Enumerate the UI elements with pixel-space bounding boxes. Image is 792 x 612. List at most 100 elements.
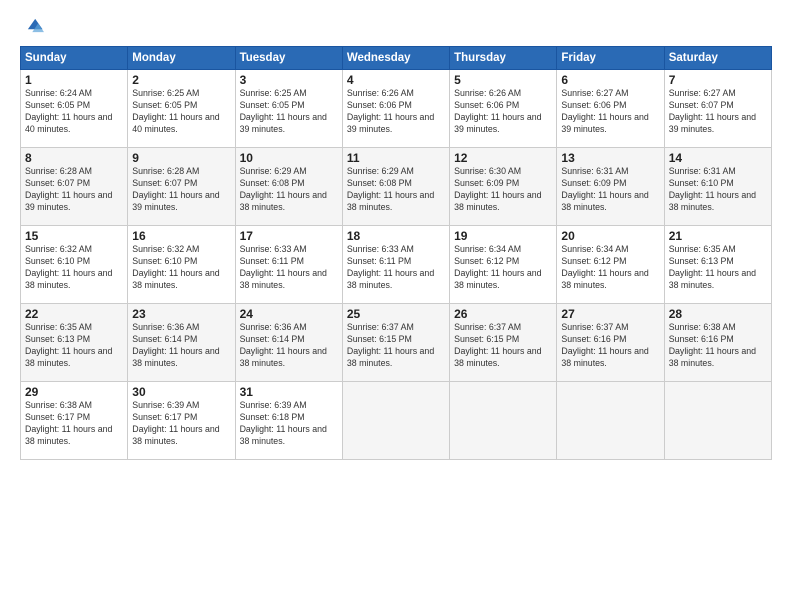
calendar-day-17: 17Sunrise: 6:33 AMSunset: 6:11 PMDayligh… <box>235 226 342 304</box>
calendar-day-27: 27Sunrise: 6:37 AMSunset: 6:16 PMDayligh… <box>557 304 664 382</box>
calendar-week-5: 29Sunrise: 6:38 AMSunset: 6:17 PMDayligh… <box>21 382 772 460</box>
calendar-page: SundayMondayTuesdayWednesdayThursdayFrid… <box>0 0 792 612</box>
day-info: Sunrise: 6:39 AMSunset: 6:17 PMDaylight:… <box>132 400 219 446</box>
day-number: 25 <box>347 307 445 321</box>
day-header-sunday: Sunday <box>21 47 128 70</box>
day-number: 7 <box>669 73 767 87</box>
day-header-monday: Monday <box>128 47 235 70</box>
calendar-day-15: 15Sunrise: 6:32 AMSunset: 6:10 PMDayligh… <box>21 226 128 304</box>
day-header-friday: Friday <box>557 47 664 70</box>
calendar-day-2: 2Sunrise: 6:25 AMSunset: 6:05 PMDaylight… <box>128 70 235 148</box>
day-info: Sunrise: 6:38 AMSunset: 6:17 PMDaylight:… <box>25 400 112 446</box>
day-info: Sunrise: 6:28 AMSunset: 6:07 PMDaylight:… <box>25 166 112 212</box>
day-number: 9 <box>132 151 230 165</box>
calendar-day-29: 29Sunrise: 6:38 AMSunset: 6:17 PMDayligh… <box>21 382 128 460</box>
calendar-week-2: 8Sunrise: 6:28 AMSunset: 6:07 PMDaylight… <box>21 148 772 226</box>
empty-cell <box>557 382 664 460</box>
day-number: 5 <box>454 73 552 87</box>
logo <box>20 16 46 38</box>
day-number: 21 <box>669 229 767 243</box>
day-number: 28 <box>669 307 767 321</box>
day-number: 26 <box>454 307 552 321</box>
day-info: Sunrise: 6:26 AMSunset: 6:06 PMDaylight:… <box>347 88 434 134</box>
day-info: Sunrise: 6:37 AMSunset: 6:15 PMDaylight:… <box>454 322 541 368</box>
calendar-day-16: 16Sunrise: 6:32 AMSunset: 6:10 PMDayligh… <box>128 226 235 304</box>
day-info: Sunrise: 6:38 AMSunset: 6:16 PMDaylight:… <box>669 322 756 368</box>
day-number: 11 <box>347 151 445 165</box>
day-info: Sunrise: 6:36 AMSunset: 6:14 PMDaylight:… <box>132 322 219 368</box>
day-number: 14 <box>669 151 767 165</box>
day-number: 15 <box>25 229 123 243</box>
day-info: Sunrise: 6:27 AMSunset: 6:07 PMDaylight:… <box>669 88 756 134</box>
day-number: 4 <box>347 73 445 87</box>
day-info: Sunrise: 6:34 AMSunset: 6:12 PMDaylight:… <box>454 244 541 290</box>
day-info: Sunrise: 6:26 AMSunset: 6:06 PMDaylight:… <box>454 88 541 134</box>
calendar-day-20: 20Sunrise: 6:34 AMSunset: 6:12 PMDayligh… <box>557 226 664 304</box>
calendar-day-22: 22Sunrise: 6:35 AMSunset: 6:13 PMDayligh… <box>21 304 128 382</box>
day-info: Sunrise: 6:30 AMSunset: 6:09 PMDaylight:… <box>454 166 541 212</box>
calendar-day-18: 18Sunrise: 6:33 AMSunset: 6:11 PMDayligh… <box>342 226 449 304</box>
day-number: 13 <box>561 151 659 165</box>
calendar-table: SundayMondayTuesdayWednesdayThursdayFrid… <box>20 46 772 460</box>
day-number: 8 <box>25 151 123 165</box>
empty-cell <box>342 382 449 460</box>
day-info: Sunrise: 6:31 AMSunset: 6:10 PMDaylight:… <box>669 166 756 212</box>
day-number: 2 <box>132 73 230 87</box>
day-info: Sunrise: 6:28 AMSunset: 6:07 PMDaylight:… <box>132 166 219 212</box>
day-number: 6 <box>561 73 659 87</box>
calendar-day-24: 24Sunrise: 6:36 AMSunset: 6:14 PMDayligh… <box>235 304 342 382</box>
day-info: Sunrise: 6:31 AMSunset: 6:09 PMDaylight:… <box>561 166 648 212</box>
day-info: Sunrise: 6:27 AMSunset: 6:06 PMDaylight:… <box>561 88 648 134</box>
day-header-saturday: Saturday <box>664 47 771 70</box>
day-number: 10 <box>240 151 338 165</box>
day-number: 22 <box>25 307 123 321</box>
day-info: Sunrise: 6:37 AMSunset: 6:16 PMDaylight:… <box>561 322 648 368</box>
calendar-day-28: 28Sunrise: 6:38 AMSunset: 6:16 PMDayligh… <box>664 304 771 382</box>
calendar-day-4: 4Sunrise: 6:26 AMSunset: 6:06 PMDaylight… <box>342 70 449 148</box>
calendar-week-1: 1Sunrise: 6:24 AMSunset: 6:05 PMDaylight… <box>21 70 772 148</box>
day-header-tuesday: Tuesday <box>235 47 342 70</box>
calendar-day-3: 3Sunrise: 6:25 AMSunset: 6:05 PMDaylight… <box>235 70 342 148</box>
calendar-day-6: 6Sunrise: 6:27 AMSunset: 6:06 PMDaylight… <box>557 70 664 148</box>
day-number: 31 <box>240 385 338 399</box>
logo-icon <box>22 16 44 38</box>
day-header-thursday: Thursday <box>450 47 557 70</box>
day-info: Sunrise: 6:25 AMSunset: 6:05 PMDaylight:… <box>240 88 327 134</box>
calendar-header-row: SundayMondayTuesdayWednesdayThursdayFrid… <box>21 47 772 70</box>
empty-cell <box>664 382 771 460</box>
calendar-day-11: 11Sunrise: 6:29 AMSunset: 6:08 PMDayligh… <box>342 148 449 226</box>
day-number: 16 <box>132 229 230 243</box>
calendar-day-26: 26Sunrise: 6:37 AMSunset: 6:15 PMDayligh… <box>450 304 557 382</box>
calendar-day-9: 9Sunrise: 6:28 AMSunset: 6:07 PMDaylight… <box>128 148 235 226</box>
calendar-day-13: 13Sunrise: 6:31 AMSunset: 6:09 PMDayligh… <box>557 148 664 226</box>
day-header-wednesday: Wednesday <box>342 47 449 70</box>
calendar-day-1: 1Sunrise: 6:24 AMSunset: 6:05 PMDaylight… <box>21 70 128 148</box>
day-number: 3 <box>240 73 338 87</box>
empty-cell <box>450 382 557 460</box>
header <box>20 16 772 38</box>
day-info: Sunrise: 6:35 AMSunset: 6:13 PMDaylight:… <box>25 322 112 368</box>
day-number: 1 <box>25 73 123 87</box>
calendar-day-19: 19Sunrise: 6:34 AMSunset: 6:12 PMDayligh… <box>450 226 557 304</box>
day-info: Sunrise: 6:34 AMSunset: 6:12 PMDaylight:… <box>561 244 648 290</box>
calendar-week-4: 22Sunrise: 6:35 AMSunset: 6:13 PMDayligh… <box>21 304 772 382</box>
day-number: 23 <box>132 307 230 321</box>
calendar-day-12: 12Sunrise: 6:30 AMSunset: 6:09 PMDayligh… <box>450 148 557 226</box>
day-info: Sunrise: 6:24 AMSunset: 6:05 PMDaylight:… <box>25 88 112 134</box>
day-info: Sunrise: 6:33 AMSunset: 6:11 PMDaylight:… <box>347 244 434 290</box>
day-info: Sunrise: 6:37 AMSunset: 6:15 PMDaylight:… <box>347 322 434 368</box>
day-info: Sunrise: 6:32 AMSunset: 6:10 PMDaylight:… <box>132 244 219 290</box>
calendar-day-25: 25Sunrise: 6:37 AMSunset: 6:15 PMDayligh… <box>342 304 449 382</box>
calendar-day-14: 14Sunrise: 6:31 AMSunset: 6:10 PMDayligh… <box>664 148 771 226</box>
day-number: 19 <box>454 229 552 243</box>
day-number: 29 <box>25 385 123 399</box>
day-number: 27 <box>561 307 659 321</box>
day-number: 24 <box>240 307 338 321</box>
day-number: 30 <box>132 385 230 399</box>
day-number: 17 <box>240 229 338 243</box>
calendar-day-30: 30Sunrise: 6:39 AMSunset: 6:17 PMDayligh… <box>128 382 235 460</box>
day-info: Sunrise: 6:32 AMSunset: 6:10 PMDaylight:… <box>25 244 112 290</box>
day-number: 20 <box>561 229 659 243</box>
calendar-week-3: 15Sunrise: 6:32 AMSunset: 6:10 PMDayligh… <box>21 226 772 304</box>
day-info: Sunrise: 6:25 AMSunset: 6:05 PMDaylight:… <box>132 88 219 134</box>
